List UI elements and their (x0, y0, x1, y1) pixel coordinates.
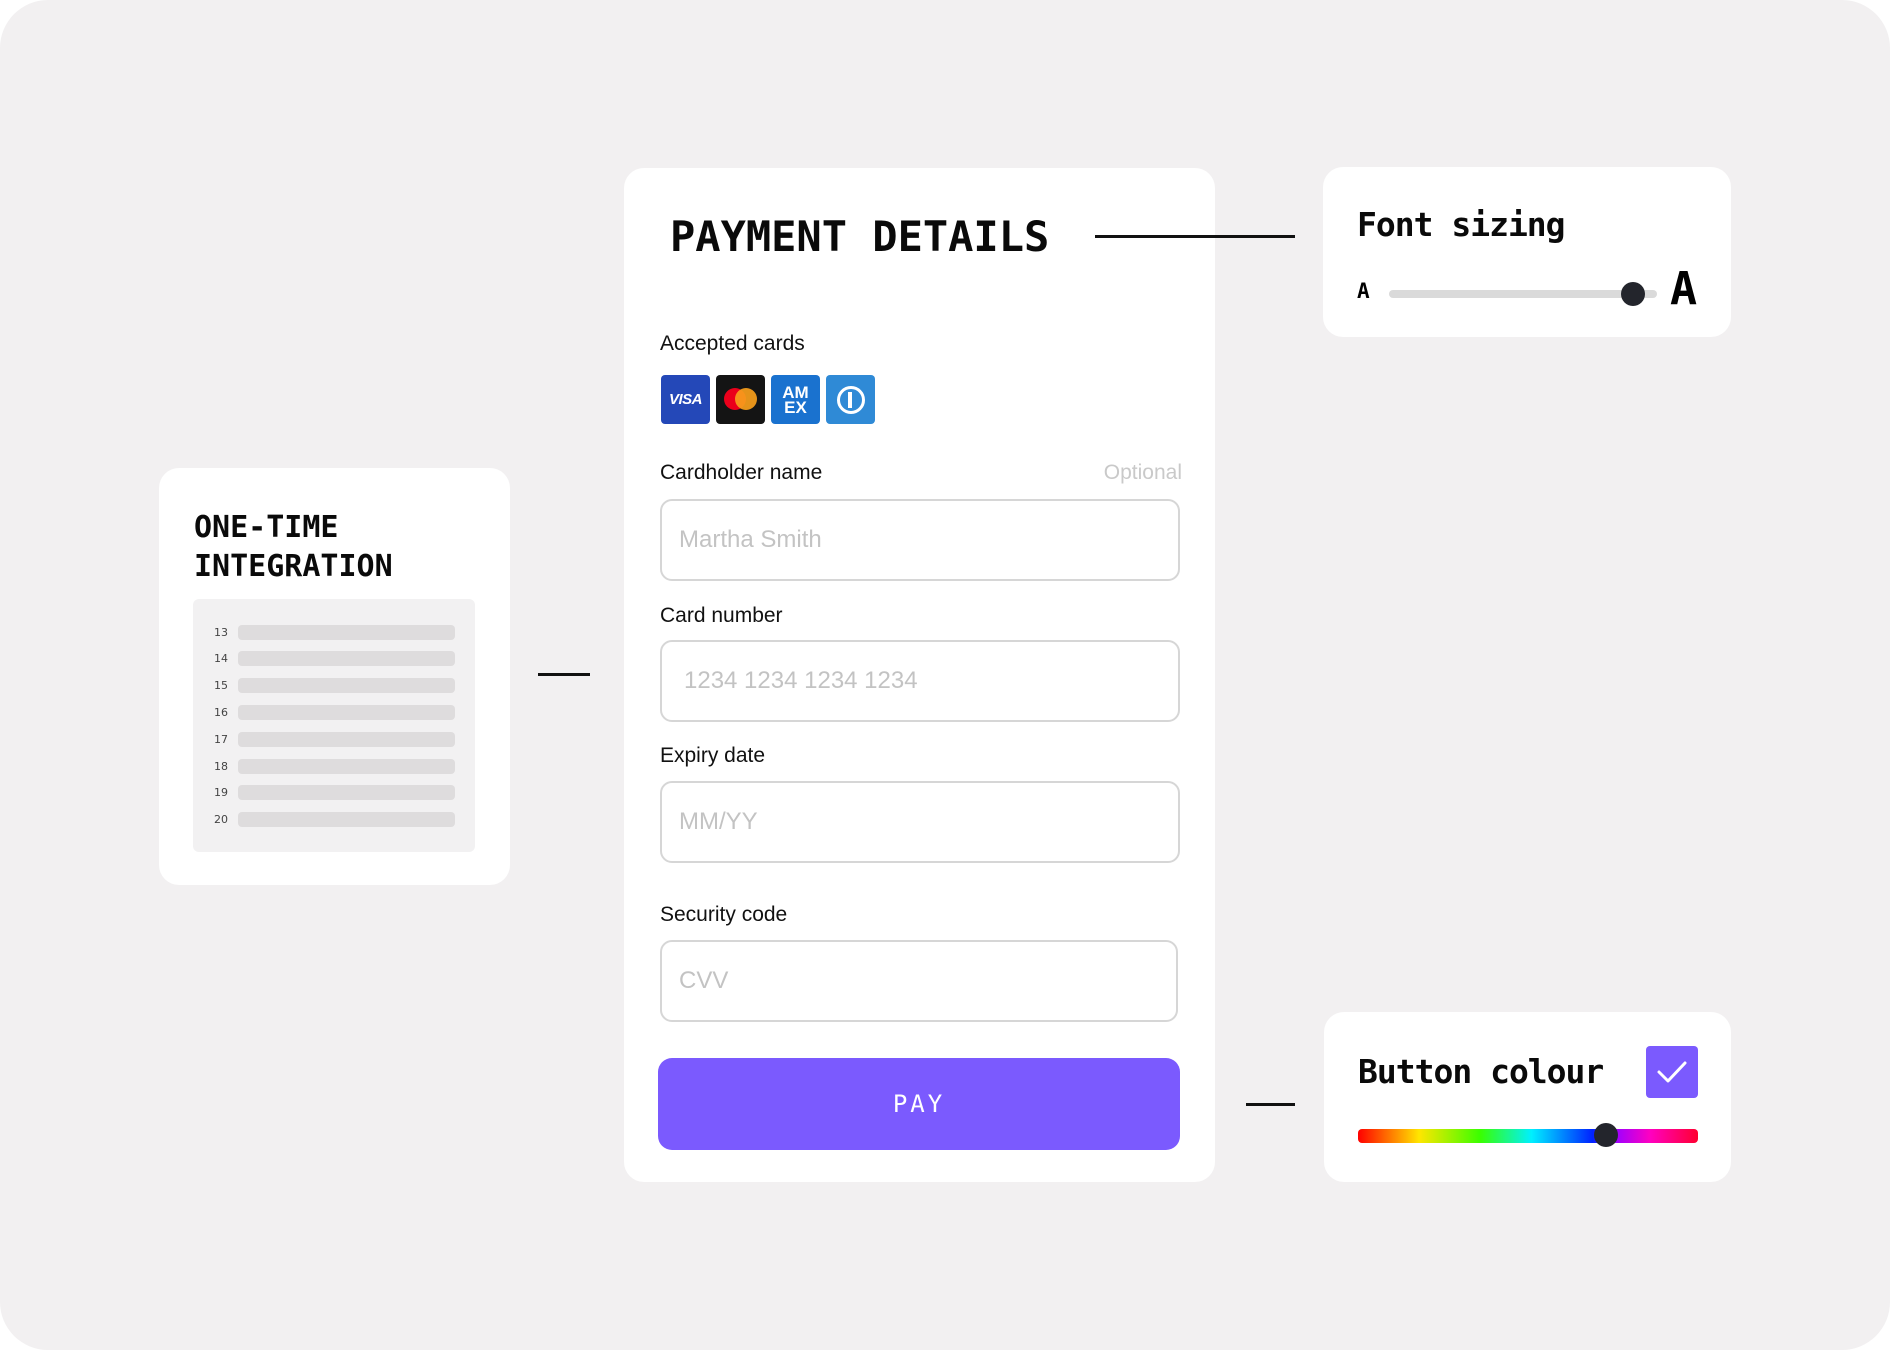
integration-title-line-2: INTEGRATION (194, 549, 393, 584)
visa-icon: VISA (661, 375, 710, 424)
page-title: PAYMENT DETAILS (670, 212, 1050, 261)
integration-title: ONE-TIME INTEGRATION (194, 508, 393, 586)
font-sizing-card: Font sizing A A (1323, 167, 1731, 337)
connector-line-font-sizing (1095, 235, 1295, 238)
connector-line-integration (538, 673, 590, 676)
hue-slider[interactable] (1358, 1123, 1698, 1147)
button-colour-checkbox[interactable] (1646, 1046, 1698, 1098)
code-line-number: 17 (214, 732, 228, 746)
code-line: 16 (214, 704, 455, 720)
button-colour-title: Button colour (1358, 1052, 1604, 1091)
pay-button[interactable]: PAY (658, 1058, 1180, 1150)
code-line: 15 (214, 678, 455, 694)
font-size-slider[interactable] (1389, 282, 1657, 306)
code-line: 14 (214, 651, 455, 667)
accepted-cards-list: VISA AM EX (661, 375, 875, 424)
diners-club-icon (826, 375, 875, 424)
security-code-input[interactable] (662, 942, 1176, 1020)
font-size-slider-thumb[interactable] (1620, 282, 1645, 306)
card-number-input[interactable] (662, 642, 1178, 720)
code-line: 13 (214, 624, 455, 640)
card-number-label: Card number (660, 604, 783, 627)
code-snippet-preview: 13 14 15 16 17 18 19 20 (193, 599, 475, 852)
cardholder-name-field (660, 499, 1180, 581)
code-line-placeholder (238, 624, 455, 640)
code-line-number: 19 (214, 786, 228, 800)
button-colour-card: Button colour (1324, 1012, 1731, 1182)
code-line-placeholder (238, 731, 455, 747)
security-code-label: Security code (660, 903, 788, 926)
code-line: 18 (214, 758, 455, 774)
cardholder-name-input[interactable] (662, 501, 1178, 579)
code-line-number: 18 (214, 759, 228, 773)
code-line-number: 14 (214, 652, 228, 666)
optional-hint: Optional (1103, 461, 1182, 484)
integration-title-line-1: ONE-TIME (194, 510, 339, 545)
code-line: 20 (214, 812, 455, 828)
accepted-cards-label: Accepted cards (660, 332, 805, 355)
code-line-placeholder (238, 785, 455, 801)
expiry-date-input[interactable] (662, 783, 1178, 861)
code-line-placeholder (238, 704, 455, 720)
payment-details-card: PAYMENT DETAILS Accepted cards VISA AM EX… (624, 168, 1215, 1182)
code-line: 19 (214, 785, 455, 801)
code-line-number: 15 (214, 679, 228, 693)
visa-label: VISA (668, 391, 703, 408)
font-sizing-title: Font sizing (1357, 205, 1566, 244)
font-size-small-icon: A (1357, 279, 1370, 303)
expiry-date-label: Expiry date (660, 744, 766, 767)
code-line-number: 20 (214, 813, 228, 827)
code-line-number: 16 (214, 705, 228, 719)
connector-line-button-colour (1246, 1103, 1295, 1106)
code-line-number: 13 (214, 625, 228, 639)
mastercard-icon (716, 375, 765, 424)
code-line-placeholder (238, 758, 455, 774)
amex-icon: AM EX (771, 375, 820, 424)
security-code-field (660, 940, 1178, 1022)
expiry-date-field (660, 781, 1180, 863)
card-number-field (660, 640, 1180, 722)
checkmark-icon (1657, 1061, 1687, 1083)
code-line-placeholder (238, 651, 455, 667)
code-line: 17 (214, 731, 455, 747)
hue-slider-thumb[interactable] (1594, 1123, 1619, 1147)
code-line-placeholder (238, 678, 455, 694)
code-line-placeholder (238, 812, 455, 828)
one-time-integration-card: ONE-TIME INTEGRATION 13 14 15 16 17 18 19 20 (159, 468, 510, 885)
font-size-large-icon: A (1670, 262, 1698, 315)
cardholder-name-label: Cardholder name (660, 461, 823, 484)
